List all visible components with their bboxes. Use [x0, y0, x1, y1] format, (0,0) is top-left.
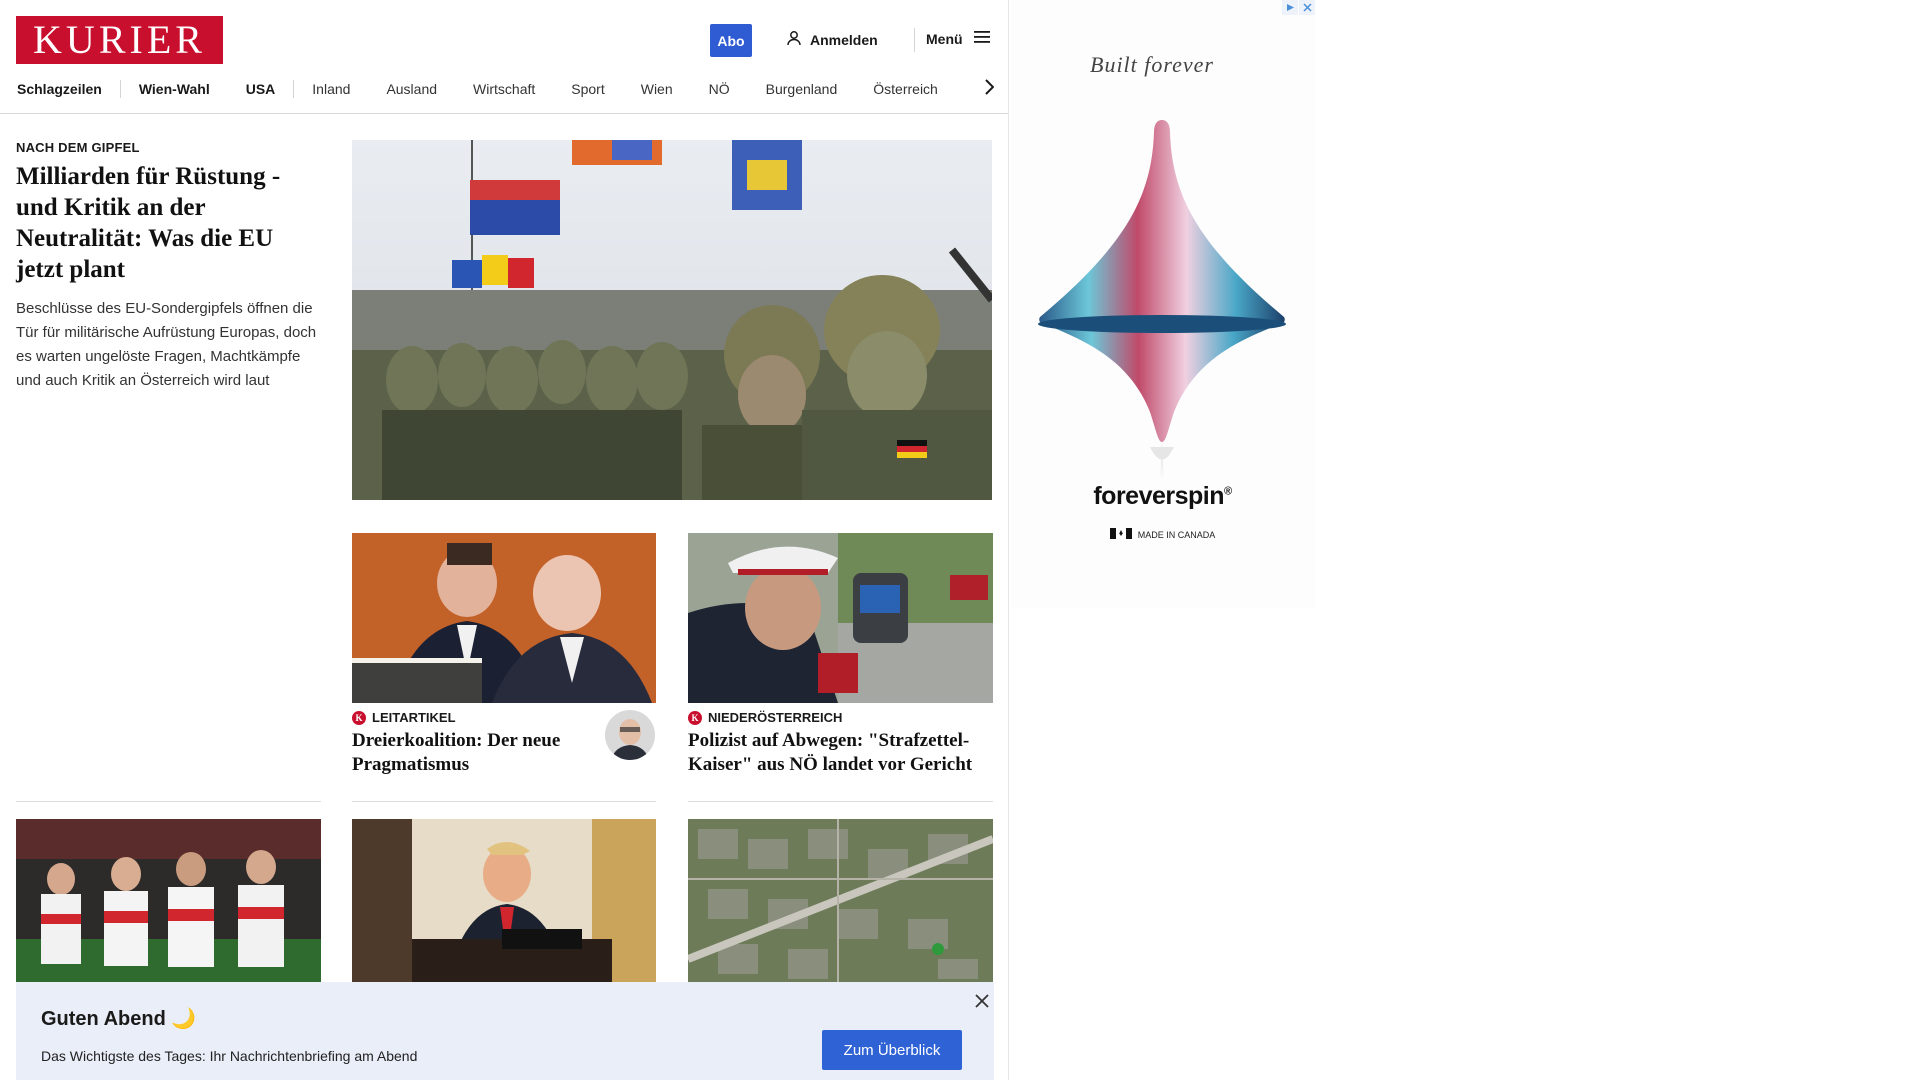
card-headline[interactable]: Polizist auf Abwegen: "Strafzettel-Kaise… — [688, 729, 993, 777]
abo-button[interactable]: Abo — [710, 24, 752, 57]
registered-mark: ® — [1224, 485, 1232, 498]
nav-item-wien[interactable]: Wien — [623, 78, 691, 100]
card-image-football-team[interactable] — [16, 819, 321, 984]
hamburger-icon — [973, 30, 991, 47]
card-image-president-desk[interactable] — [352, 819, 656, 984]
header-divider — [914, 28, 915, 52]
nav-item-ausland[interactable]: Ausland — [368, 78, 455, 100]
ad-brand-text: foreverspin — [1093, 482, 1225, 510]
card-kicker: K LEITARTIKEL — [352, 710, 597, 725]
login-button[interactable]: Anmelden — [786, 30, 878, 49]
row-divider — [688, 801, 993, 802]
lead-story[interactable]: NACH DEM GIPFEL Milliarden für Rüstung -… — [16, 140, 321, 393]
site-header: KURIER Abo Anmelden Menü Schlagzeilen Wi… — [0, 0, 1008, 114]
ad-controls — [1282, 0, 1315, 15]
nav-item-oesterreich[interactable]: Österreich — [855, 78, 956, 100]
card-headline[interactable]: Dreierkoalition: Der neue Pragmatismus — [352, 729, 597, 777]
close-icon — [1302, 0, 1312, 17]
made-in-label: MADE IN CANADA — [1137, 529, 1216, 540]
kurier-k-icon: K — [688, 710, 702, 725]
card-kicker: K NIEDERÖSTERREICH — [688, 710, 993, 725]
evening-briefing-banner: Guten Abend 🌙 Das Wichtigste des Tages: … — [16, 982, 994, 1080]
row-divider — [16, 801, 321, 802]
nav-item-inland[interactable]: Inland — [294, 78, 368, 100]
row-divider — [352, 801, 656, 802]
nav-item-schlagzeilen[interactable]: Schlagzeilen — [16, 78, 120, 100]
briefing-title: Guten Abend 🌙 — [41, 1008, 197, 1030]
section-nav: Schlagzeilen Wien-Wahl USA Inland Auslan… — [16, 78, 956, 100]
close-icon — [975, 993, 989, 1013]
card-image-politicians[interactable] — [352, 533, 656, 703]
nav-item-sport[interactable]: Sport — [553, 78, 622, 100]
menu-label: Menü — [926, 30, 963, 47]
lead-description: Beschlüsse des EU-Sondergipfels öffnen d… — [16, 300, 317, 389]
author-avatar — [605, 710, 655, 760]
canada-flag-icon — [1109, 528, 1132, 541]
user-icon — [786, 30, 802, 49]
kurier-k-icon: K — [352, 710, 366, 725]
card-niederoesterreich[interactable]: K NIEDERÖSTERREICH Polizist auf Abwegen:… — [688, 710, 993, 777]
ad-tagline: Built forever — [1090, 52, 1214, 77]
briefing-close-button[interactable] — [971, 992, 993, 1014]
ad-brand-name: foreverspin® — [1010, 482, 1315, 511]
nav-item-burgenland[interactable]: Burgenland — [748, 78, 856, 100]
briefing-text: Das Wichtigste des Tages: Ihr Nachrichte… — [41, 1048, 418, 1064]
kurier-logo[interactable]: KURIER — [16, 16, 223, 64]
chevron-right-icon — [984, 78, 995, 100]
nav-item-usa[interactable]: USA — [228, 78, 294, 100]
nav-item-wien-wahl[interactable]: Wien-Wahl — [121, 78, 228, 100]
card-kicker-label: NIEDERÖSTERREICH — [708, 710, 843, 725]
nav-item-wirtschaft[interactable]: Wirtschaft — [455, 78, 553, 100]
card-image-aerial-map[interactable] — [688, 819, 993, 984]
advertisement-foreverspin[interactable]: Built forever foreverspin® MADE IN CANAD… — [1010, 0, 1315, 608]
lead-headline[interactable]: Milliarden für Rüstung - und Kritik an d… — [16, 161, 321, 285]
ad-made-in: MADE IN CANADA — [1010, 528, 1315, 541]
card-kicker-label: LEITARTIKEL — [372, 710, 456, 725]
news-site: KURIER Abo Anmelden Menü Schlagzeilen Wi… — [0, 0, 1009, 1080]
nav-item-noe[interactable]: NÖ — [691, 78, 748, 100]
lead-image-soldiers[interactable] — [352, 140, 992, 500]
ad-close-button[interactable] — [1299, 0, 1315, 15]
spinning-top-image — [1010, 112, 1315, 482]
play-triangle-icon — [1286, 0, 1295, 17]
briefing-overview-button[interactable]: Zum Überblick — [822, 1030, 962, 1070]
lead-kicker: NACH DEM GIPFEL — [16, 140, 140, 155]
nav-scroll-right-button[interactable] — [978, 78, 1000, 100]
card-image-police-radar[interactable] — [688, 533, 993, 703]
adchoices-button[interactable] — [1282, 0, 1298, 15]
card-leitartikel[interactable]: K LEITARTIKEL Dreierkoalition: Der neue … — [352, 710, 597, 777]
menu-button[interactable]: Menü — [926, 30, 991, 47]
login-label: Anmelden — [810, 31, 878, 48]
